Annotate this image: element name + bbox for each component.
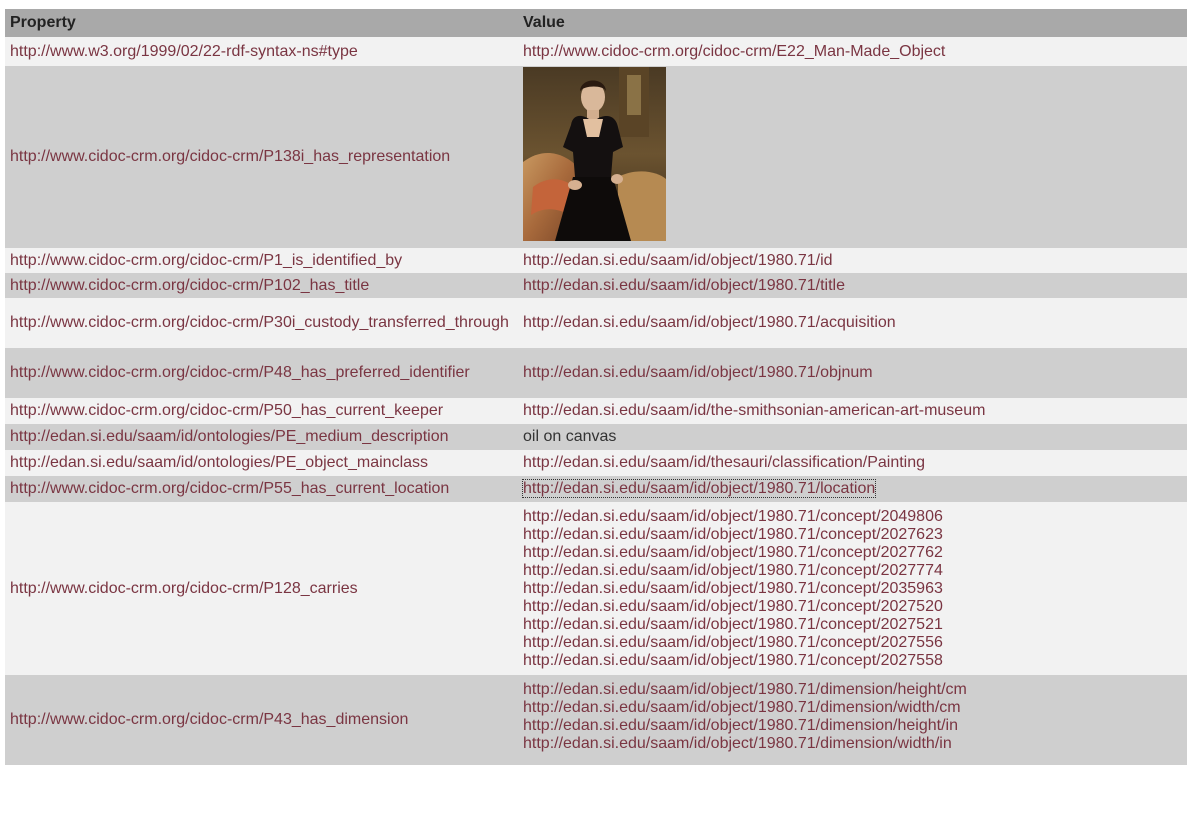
table-row: http://www.cidoc-crm.org/cidoc-crm/P50_h… — [5, 398, 1187, 424]
value-cell-multi: http://edan.si.edu/saam/id/object/1980.7… — [518, 502, 1187, 675]
value-cell: http://edan.si.edu/saam/id/object/1980.7… — [518, 298, 1187, 348]
value-cell: http://www.cidoc-crm.org/cidoc-crm/E22_M… — [518, 37, 1187, 66]
table-header-row: Property Value — [5, 9, 1187, 37]
property-cell: http://www.cidoc-crm.org/cidoc-crm/P55_h… — [5, 476, 518, 502]
property-cell: http://edan.si.edu/saam/id/ontologies/PE… — [5, 424, 518, 450]
concept-link[interactable]: http://edan.si.edu/saam/id/object/1980.7… — [523, 562, 943, 579]
value-link[interactable]: http://edan.si.edu/saam/id/object/1980.7… — [523, 314, 896, 331]
property-cell: http://www.cidoc-crm.org/cidoc-crm/P128_… — [5, 502, 518, 675]
table-row: http://www.cidoc-crm.org/cidoc-crm/P102_… — [5, 273, 1187, 298]
property-link[interactable]: http://www.cidoc-crm.org/cidoc-crm/P102_… — [10, 277, 369, 294]
concept-link[interactable]: http://edan.si.edu/saam/id/object/1980.7… — [523, 634, 943, 651]
rdf-property-table: Property Value http://www.w3.org/1999/02… — [5, 9, 1187, 765]
value-cell: http://edan.si.edu/saam/id/object/1980.7… — [518, 348, 1187, 398]
value-cell: http://edan.si.edu/saam/id/thesauri/clas… — [518, 450, 1187, 476]
value-text: oil on canvas — [518, 424, 1187, 450]
property-cell: http://www.cidoc-crm.org/cidoc-crm/P102_… — [5, 273, 518, 298]
property-link[interactable]: http://edan.si.edu/saam/id/ontologies/PE… — [10, 428, 448, 445]
value-cell: http://edan.si.edu/saam/id/object/1980.7… — [518, 273, 1187, 298]
value-link[interactable]: http://edan.si.edu/saam/id/the-smithsoni… — [523, 402, 985, 419]
value-link[interactable]: http://www.cidoc-crm.org/cidoc-crm/E22_M… — [523, 43, 945, 60]
concept-link[interactable]: http://edan.si.edu/saam/id/object/1980.7… — [523, 508, 943, 525]
property-link[interactable]: http://www.cidoc-crm.org/cidoc-crm/P128_… — [10, 580, 358, 597]
property-link[interactable]: http://www.w3.org/1999/02/22-rdf-syntax-… — [10, 43, 358, 60]
property-link[interactable]: http://edan.si.edu/saam/id/ontologies/PE… — [10, 454, 428, 471]
representation-image-link[interactable] — [523, 67, 1182, 241]
property-link[interactable]: http://www.cidoc-crm.org/cidoc-crm/P43_h… — [10, 711, 408, 728]
table-row: http://www.cidoc-crm.org/cidoc-crm/P30i_… — [5, 298, 1187, 348]
value-cell — [518, 66, 1187, 248]
dimension-link[interactable]: http://edan.si.edu/saam/id/object/1980.7… — [523, 681, 967, 698]
value-link[interactable]: http://edan.si.edu/saam/id/object/1980.7… — [523, 252, 833, 269]
property-link[interactable]: http://www.cidoc-crm.org/cidoc-crm/P138i… — [10, 148, 450, 165]
property-cell: http://www.cidoc-crm.org/cidoc-crm/P30i_… — [5, 298, 518, 348]
value-cell-multi: http://edan.si.edu/saam/id/object/1980.7… — [518, 675, 1187, 765]
table-row: http://www.cidoc-crm.org/cidoc-crm/P138i… — [5, 66, 1187, 248]
table-row: http://edan.si.edu/saam/id/ontologies/PE… — [5, 450, 1187, 476]
concept-link[interactable]: http://edan.si.edu/saam/id/object/1980.7… — [523, 544, 943, 561]
table-row: http://www.cidoc-crm.org/cidoc-crm/P48_h… — [5, 348, 1187, 398]
property-cell: http://www.cidoc-crm.org/cidoc-crm/P50_h… — [5, 398, 518, 424]
property-cell: http://edan.si.edu/saam/id/ontologies/PE… — [5, 450, 518, 476]
concept-link[interactable]: http://edan.si.edu/saam/id/object/1980.7… — [523, 616, 943, 633]
value-link[interactable]: http://edan.si.edu/saam/id/object/1980.7… — [523, 277, 845, 294]
property-cell: http://www.w3.org/1999/02/22-rdf-syntax-… — [5, 37, 518, 66]
dimension-link[interactable]: http://edan.si.edu/saam/id/object/1980.7… — [523, 699, 961, 716]
value-cell: http://edan.si.edu/saam/id/object/1980.7… — [518, 248, 1187, 273]
concept-link[interactable]: http://edan.si.edu/saam/id/object/1980.7… — [523, 526, 943, 543]
value-cell: http://edan.si.edu/saam/id/the-smithsoni… — [518, 398, 1187, 424]
property-link[interactable]: http://www.cidoc-crm.org/cidoc-crm/P30i_… — [10, 314, 509, 331]
dimension-link[interactable]: http://edan.si.edu/saam/id/object/1980.7… — [523, 735, 952, 752]
property-column-header: Property — [5, 9, 518, 37]
property-cell: http://www.cidoc-crm.org/cidoc-crm/P48_h… — [5, 348, 518, 398]
property-cell: http://www.cidoc-crm.org/cidoc-crm/P43_h… — [5, 675, 518, 765]
value-link[interactable]: http://edan.si.edu/saam/id/thesauri/clas… — [523, 454, 925, 471]
table-row: http://www.cidoc-crm.org/cidoc-crm/P43_h… — [5, 675, 1187, 765]
portrait-painting-image — [523, 67, 666, 241]
dimension-link[interactable]: http://edan.si.edu/saam/id/object/1980.7… — [523, 717, 958, 734]
value-link[interactable]: http://edan.si.edu/saam/id/object/1980.7… — [523, 364, 873, 381]
property-link[interactable]: http://www.cidoc-crm.org/cidoc-crm/P50_h… — [10, 402, 443, 419]
property-link[interactable]: http://www.cidoc-crm.org/cidoc-crm/P48_h… — [10, 364, 470, 381]
value-column-header: Value — [518, 9, 1187, 37]
table-row: http://www.w3.org/1999/02/22-rdf-syntax-… — [5, 37, 1187, 66]
property-cell: http://www.cidoc-crm.org/cidoc-crm/P1_is… — [5, 248, 518, 273]
rdf-property-table-container: Property Value http://www.w3.org/1999/02… — [5, 9, 1187, 765]
concept-link[interactable]: http://edan.si.edu/saam/id/object/1980.7… — [523, 580, 943, 597]
concept-link[interactable]: http://edan.si.edu/saam/id/object/1980.7… — [523, 652, 943, 669]
property-link[interactable]: http://www.cidoc-crm.org/cidoc-crm/P1_is… — [10, 252, 402, 269]
table-row: http://edan.si.edu/saam/id/ontologies/PE… — [5, 424, 1187, 450]
value-cell: http://edan.si.edu/saam/id/object/1980.7… — [518, 476, 1187, 502]
table-row: http://www.cidoc-crm.org/cidoc-crm/P128_… — [5, 502, 1187, 675]
property-cell: http://www.cidoc-crm.org/cidoc-crm/P138i… — [5, 66, 518, 248]
table-row: http://www.cidoc-crm.org/cidoc-crm/P1_is… — [5, 248, 1187, 273]
value-link-focused[interactable]: http://edan.si.edu/saam/id/object/1980.7… — [521, 479, 877, 498]
concept-link[interactable]: http://edan.si.edu/saam/id/object/1980.7… — [523, 598, 943, 615]
property-link[interactable]: http://www.cidoc-crm.org/cidoc-crm/P55_h… — [10, 480, 449, 497]
table-row: http://www.cidoc-crm.org/cidoc-crm/P55_h… — [5, 476, 1187, 502]
